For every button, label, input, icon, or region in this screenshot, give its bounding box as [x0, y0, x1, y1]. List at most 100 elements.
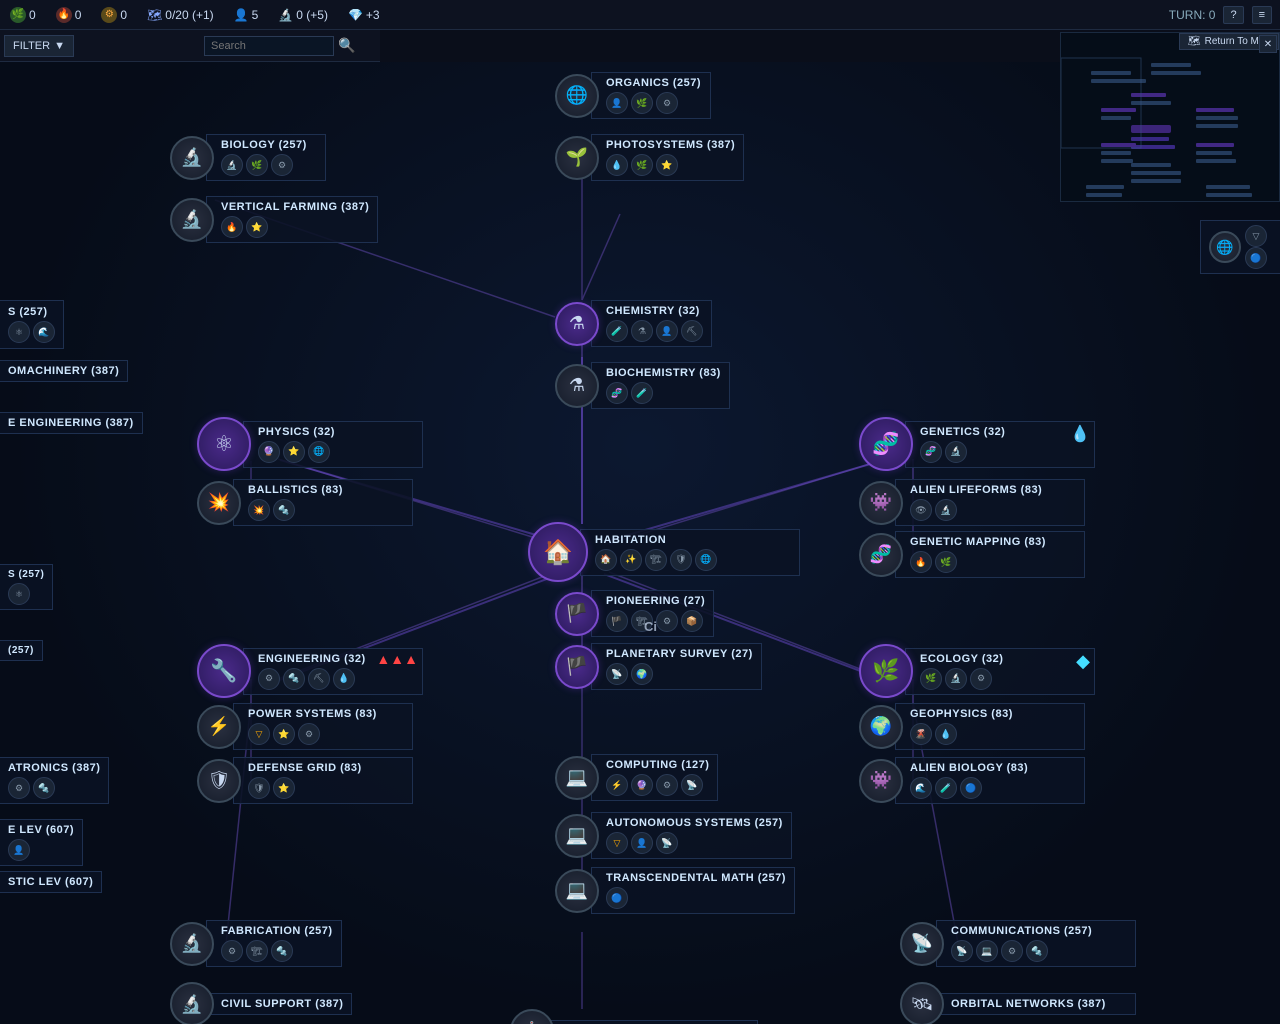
- tech-node-transcendental-math[interactable]: 💻 TRANSCENDENTAL MATH (257) 🔵: [555, 867, 795, 914]
- tech-node-vertical-farming[interactable]: 🔬 VERTICAL FARMING (387) 🔥 ⭐: [170, 196, 378, 243]
- tech-node-defense-grid[interactable]: 🛡 DEFENSE GRID (83) 🛡 ⭐: [197, 757, 413, 804]
- tech-node-habitation[interactable]: 🏠 HABITATION 🏠 ✨ 🏗 🛡 🌐: [528, 522, 800, 582]
- artificial-intelligence-content: ARTIFICIAL INTELLIGENCE (257): [546, 1020, 758, 1024]
- autonomous-systems-icon: 💻: [555, 814, 599, 858]
- mini-icon: 🔬: [935, 499, 957, 521]
- mini-icon: ⚙: [298, 723, 320, 745]
- tech-node-engineering[interactable]: 🔧 ▲▲▲ ENGINEERING (32) ⚙ 🔩 ⛏ 💧: [197, 644, 423, 698]
- energy-value: 0: [75, 8, 82, 22]
- search-input[interactable]: [204, 36, 334, 56]
- engineering-icons: ⚙ 🔩 ⛏ 💧: [258, 668, 414, 690]
- alien-biology-icon: 👾: [859, 759, 903, 803]
- computing-icon: 💻: [555, 756, 599, 800]
- planetary-survey-icon: 🏴: [555, 645, 599, 689]
- resource-food: 🌿 0: [0, 7, 46, 23]
- tech-node-genetics[interactable]: 🧬 💧 GENETICS (32) 🧬 🔬: [859, 417, 1095, 471]
- menu-button[interactable]: ≡: [1252, 6, 1272, 24]
- filter-button[interactable]: FILTER ▼: [4, 35, 74, 57]
- partial-node-2[interactable]: OMACHINERY (387): [0, 360, 128, 382]
- engineering-badge-icon: ▲▲▲: [376, 651, 418, 667]
- planetary-survey-content: PLANETARY SURVEY (27) 📡 🌍: [591, 643, 762, 690]
- workers-value: 5: [252, 8, 259, 22]
- search-icon: 🔍: [338, 37, 355, 54]
- mini-icon: ✨: [620, 549, 642, 571]
- partial-node-left-5[interactable]: (257): [0, 640, 43, 661]
- tech-node-biochemistry[interactable]: ⚗ BIOCHEMISTRY (83) 🧬 🧪: [555, 362, 730, 409]
- ballistics-content: BALLISTICS (83) 💥 🔩: [233, 479, 413, 526]
- mini-icon: 🔵: [960, 777, 982, 799]
- tech-node-planetary-survey[interactable]: 🏴 PLANETARY SURVEY (27) 📡 🌍: [555, 643, 762, 690]
- resource-energy: 🔥 0: [46, 7, 92, 23]
- tech-node-orbital-networks[interactable]: 🛰 ORBITAL NETWORKS (387): [900, 982, 1136, 1024]
- partial-node-6[interactable]: STIC LEV (607): [0, 871, 102, 893]
- tech-node-organics[interactable]: 🌐 ORGANICS (257) 👤 🌿 ⚙: [555, 72, 711, 119]
- tech-node-civil-support[interactable]: 🔬 CIVIL SUPPORT (387): [170, 982, 352, 1024]
- tech-node-fabrication[interactable]: 🔬 FABRICATION (257) ⚙ 🏗 🔩: [170, 920, 342, 967]
- resource-population: 🗺 0/20 (+1): [137, 8, 224, 22]
- mini-icon: 📡: [656, 832, 678, 854]
- mini-icon: 🏠: [595, 549, 617, 571]
- computing-title: COMPUTING (127): [606, 759, 709, 771]
- tech-node-communications[interactable]: 📡 COMMUNICATIONS (257) 📡 💻 ⚙ 🔩: [900, 920, 1136, 967]
- tech-node-pioneering[interactable]: 🏴 PIONEERING (27) 🏴 🏗 ⚙ 📦: [555, 590, 714, 637]
- civil-support-title: CIVIL SUPPORT (387): [221, 998, 343, 1010]
- mini-icon: 🌐: [695, 549, 717, 571]
- mini-icon: 📡: [606, 663, 628, 685]
- artificial-intelligence-icon: 🤖: [510, 1009, 554, 1024]
- biochemistry-icons: 🧬 🧪: [606, 382, 721, 404]
- computing-icons: ⚡ 🔮 ⚙ 📡: [606, 774, 709, 796]
- transcendental-math-icons: 🔵: [606, 887, 786, 909]
- partial-node-1[interactable]: S (257) ⚛ 🌊: [0, 300, 64, 349]
- organics-title: ORGANICS (257): [606, 77, 702, 89]
- pioneering-icon: 🏴: [555, 592, 599, 636]
- orbital-networks-content: ORBITAL NETWORKS (387): [936, 993, 1136, 1015]
- mini-icon: 👁: [910, 499, 932, 521]
- mini-icon: 🔬: [945, 668, 967, 690]
- tech-node-alien-lifeforms[interactable]: 👾 ALIEN LIFEFORMS (83) 👁 🔬: [859, 479, 1085, 526]
- partial-node-3[interactable]: E ENGINEERING (387): [0, 412, 143, 434]
- genetics-icons: 🧬 🔬: [920, 441, 1086, 463]
- partial-node-4[interactable]: ATRONICS (387) ⚙ 🔩: [0, 757, 109, 804]
- minimap-close-button[interactable]: ✕: [1259, 35, 1277, 53]
- defense-grid-icon: 🛡: [197, 759, 241, 803]
- tech-node-chemistry[interactable]: ⚗ CHEMISTRY (32) 🧪 ⚗ 👤 ⛏: [555, 300, 712, 347]
- orbital-networks-title: ORBITAL NETWORKS (387): [951, 998, 1127, 1010]
- partial-node-top-right[interactable]: 🌐 ▽ 🔵: [1200, 220, 1280, 274]
- population-value: 0/20 (+1): [165, 8, 213, 22]
- tech-node-geophysics[interactable]: 🌍 GEOPHYSICS (83) 🌋 💧: [859, 703, 1085, 750]
- partial-node-left-4[interactable]: S (257) ⚛: [0, 564, 53, 610]
- tech-node-biology[interactable]: 🔬 BIOLOGY (257) 🔬 🌿 ⚙: [170, 134, 326, 181]
- tech-node-ecology[interactable]: 🌿 ◆ ECOLOGY (32) 🌿 🔬 ⚙: [859, 644, 1095, 698]
- tech-node-photosystems[interactable]: 🌱 PHOTOSYSTEMS (387) 💧 🌿 ⭐: [555, 134, 744, 181]
- alien-lifeforms-icons: 👁 🔬: [910, 499, 1076, 521]
- civil-support-icon: 🔬: [170, 982, 214, 1024]
- geophysics-title: GEOPHYSICS (83): [910, 708, 1076, 720]
- alien-biology-content: ALIEN BIOLOGY (83) 🌊 🧪 🔵: [895, 757, 1085, 804]
- mini-icon: 🧬: [606, 382, 628, 404]
- mini-icon: 🔵: [1245, 247, 1267, 269]
- tech-node-physics[interactable]: ⚛ PHYSICS (32) 🔮 ⭐ 🌐: [197, 417, 423, 471]
- mini-icon: 🔥: [221, 216, 243, 238]
- alien-biology-title: ALIEN BIOLOGY (83): [910, 762, 1076, 774]
- food-icon: 🌿: [10, 7, 26, 23]
- orbital-networks-icon: 🛰: [900, 982, 944, 1024]
- mini-icon: 🔮: [631, 774, 653, 796]
- mini-icon: ⚙: [656, 92, 678, 114]
- biology-icon: 🔬: [170, 136, 214, 180]
- communications-icon: 📡: [900, 922, 944, 966]
- photosystems-icons: 💧 🌿 ⭐: [606, 154, 735, 176]
- tech-node-autonomous-systems[interactable]: 💻 AUTONOMOUS SYSTEMS (257) ▽ 👤 📡: [555, 812, 792, 859]
- ecology-badge-icon: ◆: [1076, 651, 1090, 672]
- tech-node-alien-biology[interactable]: 👾 ALIEN BIOLOGY (83) 🌊 🧪 🔵: [859, 757, 1085, 804]
- tech-node-genetic-mapping[interactable]: 🧬 GENETIC MAPPING (83) 🔥 🌿: [859, 531, 1085, 578]
- biochemistry-content: BIOCHEMISTRY (83) 🧬 🧪: [591, 362, 730, 409]
- tech-node-power-systems[interactable]: ⚡ POWER SYSTEMS (83) ▽ ⭐ ⚙: [197, 703, 413, 750]
- tech-node-computing[interactable]: 💻 COMPUTING (127) ⚡ 🔮 ⚙ 📡: [555, 754, 718, 801]
- tech-node-artificial-intelligence[interactable]: 🤖 ARTIFICIAL INTELLIGENCE (257): [510, 1009, 758, 1024]
- mini-icon: 📦: [681, 610, 703, 632]
- tech-node-ballistics[interactable]: 💥 BALLISTICS (83) 💥 🔩: [197, 479, 413, 526]
- mini-icon: 💧: [606, 154, 628, 176]
- partial-node-5[interactable]: E LEV (607) 👤: [0, 819, 83, 866]
- help-button[interactable]: ?: [1223, 6, 1243, 24]
- mini-icon: ⚙: [656, 774, 678, 796]
